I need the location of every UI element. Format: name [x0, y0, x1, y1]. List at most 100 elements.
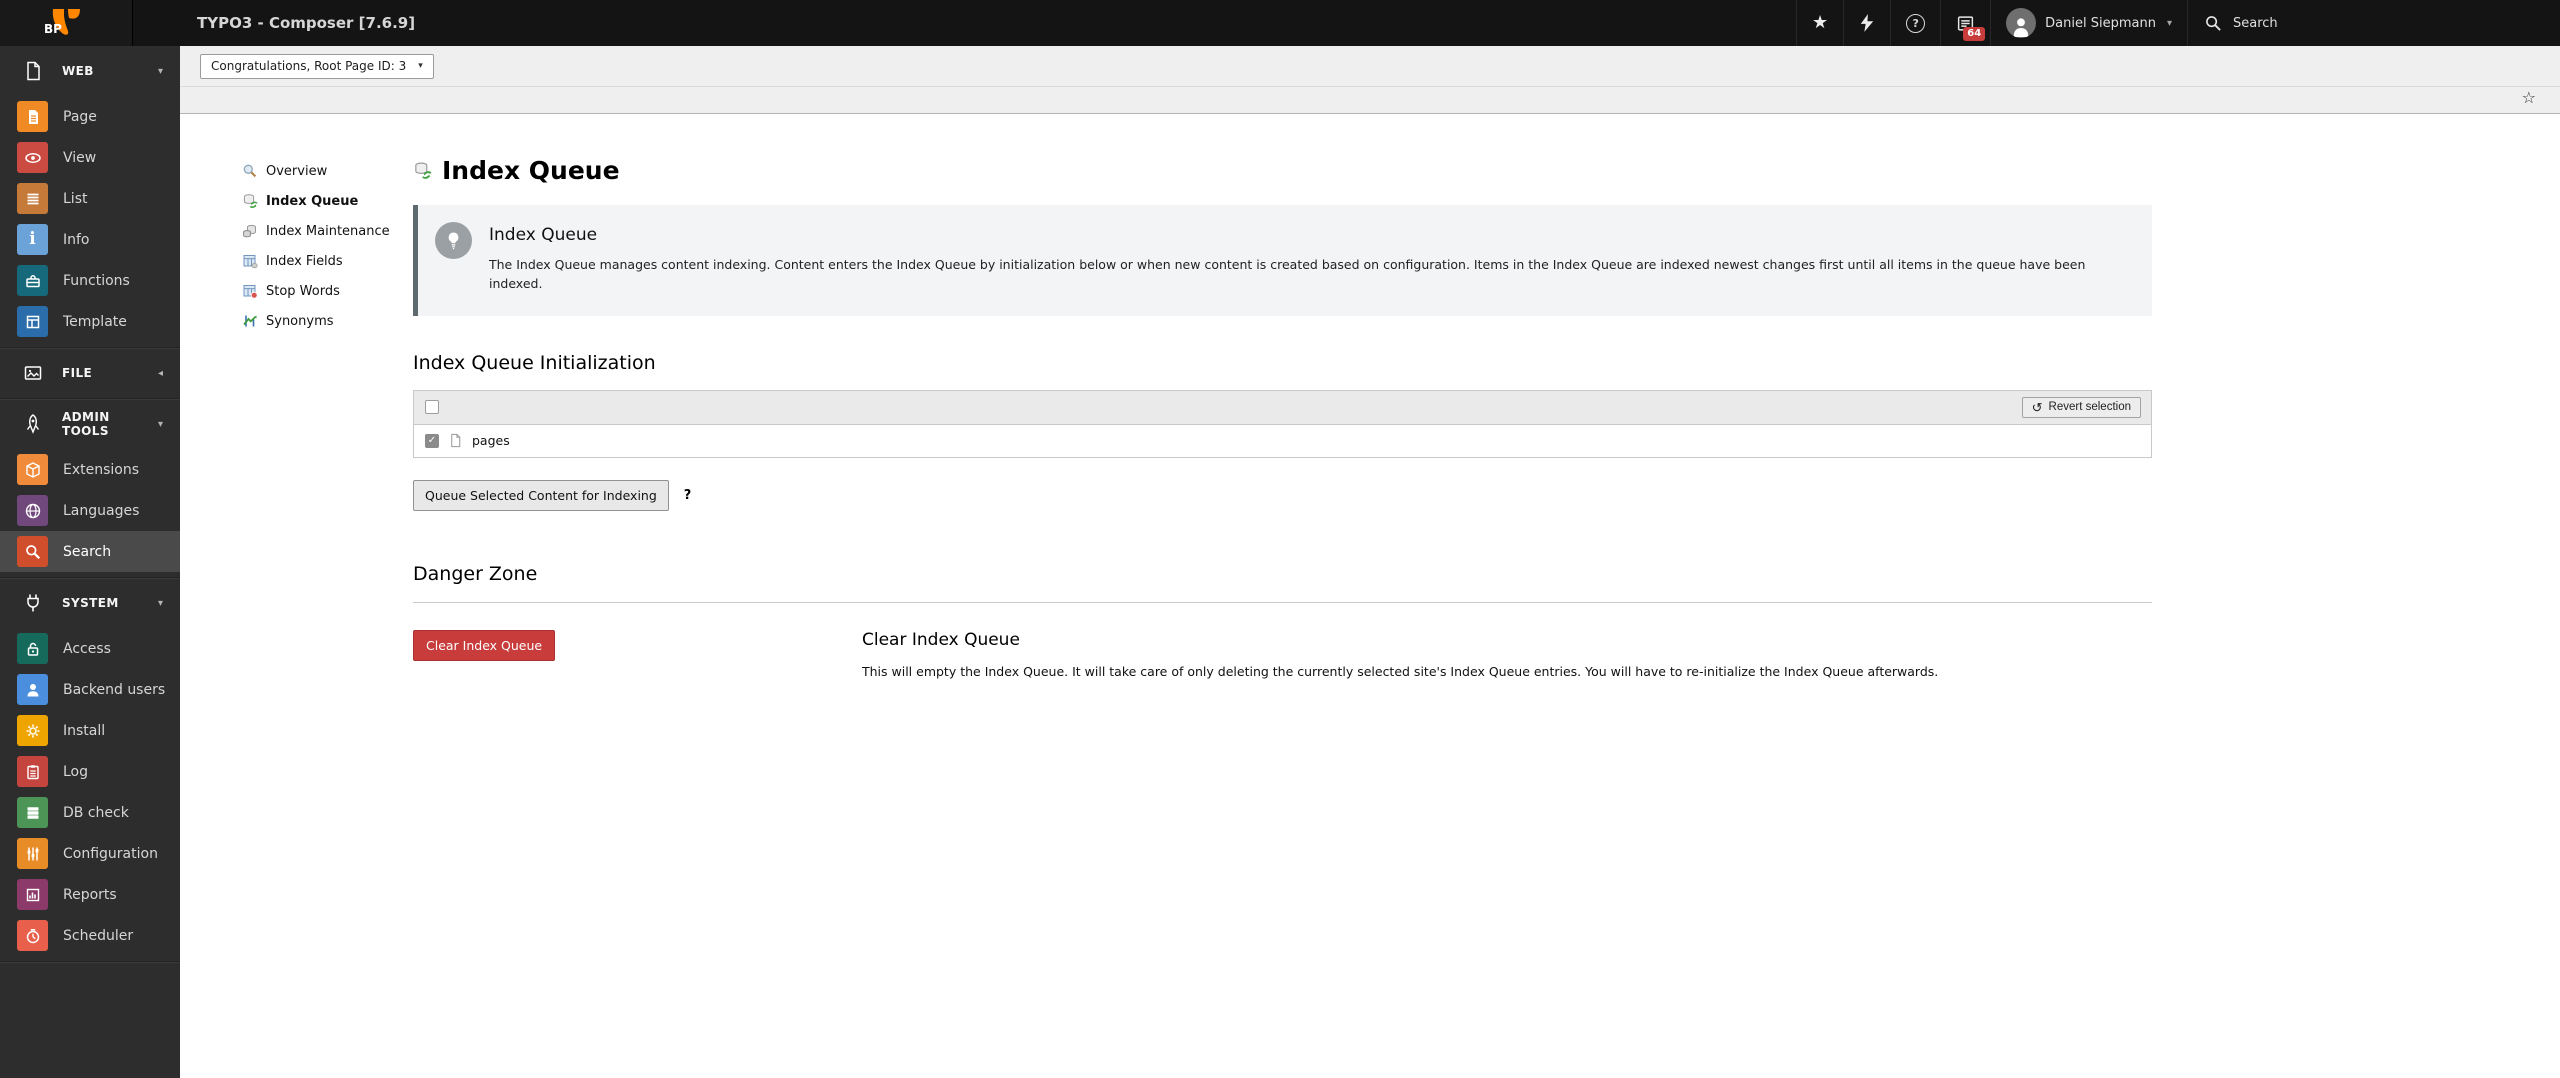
user-menu[interactable]: Daniel Siepmann ▾ [1990, 0, 2187, 46]
docheader: Congratulations, Root Page ID: 3 ▾ ☆ [180, 46, 2560, 114]
functions-module-icon [17, 265, 48, 296]
callout-title: Index Queue [489, 225, 2130, 245]
index-queue-icon [413, 161, 432, 180]
function-menu: Overview Index Queue [242, 156, 413, 1078]
chevron-down-icon: ▾ [158, 419, 163, 430]
sidebar-item-page[interactable]: Page [0, 96, 180, 137]
help-question-icon[interactable]: ? [684, 488, 692, 503]
sidebar-item-log[interactable]: Log [0, 751, 180, 792]
synonyms-icon [242, 313, 258, 329]
module-group-admin-tools-header[interactable]: ADMIN TOOLS ▾ [0, 399, 180, 449]
sidebar-item-access[interactable]: Access [0, 628, 180, 669]
rocket-icon [23, 414, 43, 434]
module-group-file-header[interactable]: FILE ◂ [0, 348, 180, 398]
overview-icon [242, 163, 258, 179]
template-module-icon [17, 306, 48, 337]
revert-selection-button[interactable]: ↺ Revert selection [2022, 397, 2141, 418]
sidebar-item-install[interactable]: Install [0, 710, 180, 751]
scheduler-module-icon [17, 920, 48, 951]
typo3-logo[interactable]: BP [0, 0, 133, 46]
index-queue-icon [242, 193, 258, 209]
lightning-bolt-icon [1859, 13, 1875, 33]
danger-zone-title: Danger Zone [413, 563, 2152, 585]
module-menu: WEB ▾ Page View [0, 46, 180, 1078]
chevron-down-icon: ▾ [158, 598, 163, 609]
topbar-toolbar: ★ ? 64 [1796, 0, 2560, 46]
chevron-down-icon: ▾ [2167, 18, 2172, 29]
divider [413, 602, 2152, 603]
sidebar-item-search[interactable]: Search [0, 531, 180, 572]
select-all-checkbox[interactable] [425, 400, 439, 414]
avatar [2006, 8, 2036, 38]
submenu-item-stop-words[interactable]: Stop Words [242, 276, 413, 306]
search-icon [2205, 15, 2222, 32]
undo-icon: ↺ [2032, 401, 2043, 414]
module-group-admin-tools: ADMIN TOOLS ▾ Extensions Languages [0, 399, 180, 578]
sidebar-item-template[interactable]: Template [0, 301, 180, 342]
help-icon: ? [1906, 14, 1925, 33]
sidebar-item-db-check[interactable]: DB check [0, 792, 180, 833]
sidebar-item-list[interactable]: List [0, 178, 180, 219]
db-check-module-icon [17, 797, 48, 828]
index-maintenance-icon [242, 223, 258, 239]
access-module-icon [17, 633, 48, 664]
index-fields-icon [242, 253, 258, 269]
page-document-icon [448, 433, 463, 448]
search-module-icon [17, 536, 48, 567]
clear-index-queue-description: This will empty the Index Queue. It will… [862, 663, 1938, 682]
sidebar-item-functions[interactable]: Functions [0, 260, 180, 301]
search-label: Search [2233, 16, 2278, 31]
sidebar-item-configuration[interactable]: Configuration [0, 833, 180, 874]
site-title: TYPO3 - Composer [7.6.9] [197, 14, 415, 32]
info-callout: Index Queue The Index Queue manages cont… [413, 205, 2152, 316]
install-module-icon [17, 715, 48, 746]
danger-zone: Clear Index Queue Clear Index Queue This… [413, 630, 2152, 682]
queue-actions: Queue Selected Content for Indexing ? [413, 480, 2152, 511]
page-title: Index Queue [413, 156, 2152, 185]
opened-documents-button[interactable]: 64 [1940, 0, 1990, 46]
opened-documents-badge: 64 [1963, 27, 1985, 41]
module-group-web-header[interactable]: WEB ▾ [0, 46, 180, 96]
file-image-icon [23, 363, 43, 383]
bookmark-star-icon[interactable]: ☆ [2522, 90, 2536, 106]
log-module-icon [17, 756, 48, 787]
submenu-item-synonyms[interactable]: Synonyms [242, 306, 413, 336]
chevron-left-icon: ◂ [158, 368, 163, 379]
submenu-item-index-maintenance[interactable]: Index Maintenance [242, 216, 413, 246]
help-button[interactable]: ? [1890, 0, 1940, 46]
user-icon [2010, 14, 2032, 38]
initialization-table-header: ↺ Revert selection [414, 391, 2151, 425]
submenu-item-overview[interactable]: Overview [242, 156, 413, 186]
clear-index-queue-button[interactable]: Clear Index Queue [413, 630, 555, 661]
module-group-file: FILE ◂ [0, 348, 180, 399]
logo-letters: BP [44, 22, 62, 36]
index-queue-module: Index Queue Index Queue The Index Queue … [413, 156, 2152, 1078]
page-module-icon [17, 101, 48, 132]
topbar-search[interactable]: Search [2187, 0, 2560, 46]
module-body: Overview Index Queue [180, 114, 2560, 1078]
module-group-web: WEB ▾ Page View [0, 46, 180, 348]
stop-words-icon [242, 283, 258, 299]
sidebar-item-backend-users[interactable]: Backend users [0, 669, 180, 710]
pages-checkbox[interactable]: ✓ [425, 434, 439, 448]
module-content: Congratulations, Root Page ID: 3 ▾ ☆ [180, 46, 2560, 1078]
backend-users-module-icon [17, 674, 48, 705]
queue-selected-content-button[interactable]: Queue Selected Content for Indexing [413, 480, 669, 511]
sidebar-item-info[interactable]: i Info [0, 219, 180, 260]
sidebar-item-scheduler[interactable]: Scheduler [0, 915, 180, 956]
sidebar-item-languages[interactable]: Languages [0, 490, 180, 531]
sidebar-item-reports[interactable]: Reports [0, 874, 180, 915]
clear-cache-button[interactable] [1843, 0, 1890, 46]
extensions-module-icon [17, 454, 48, 485]
page-select[interactable]: Congratulations, Root Page ID: 3 ▾ [200, 54, 434, 79]
languages-module-icon [17, 495, 48, 526]
page-select-value: Congratulations, Root Page ID: 3 [211, 59, 406, 73]
module-group-system-header[interactable]: SYSTEM ▾ [0, 578, 180, 628]
sidebar-item-extensions[interactable]: Extensions [0, 449, 180, 490]
shortcut-button[interactable]: ★ [1796, 0, 1843, 46]
submenu-item-index-fields[interactable]: Index Fields [242, 246, 413, 276]
sidebar-item-view[interactable]: View [0, 137, 180, 178]
row-label: pages [472, 433, 510, 448]
submenu-item-index-queue[interactable]: Index Queue [242, 186, 413, 216]
chevron-down-icon: ▾ [418, 61, 423, 71]
